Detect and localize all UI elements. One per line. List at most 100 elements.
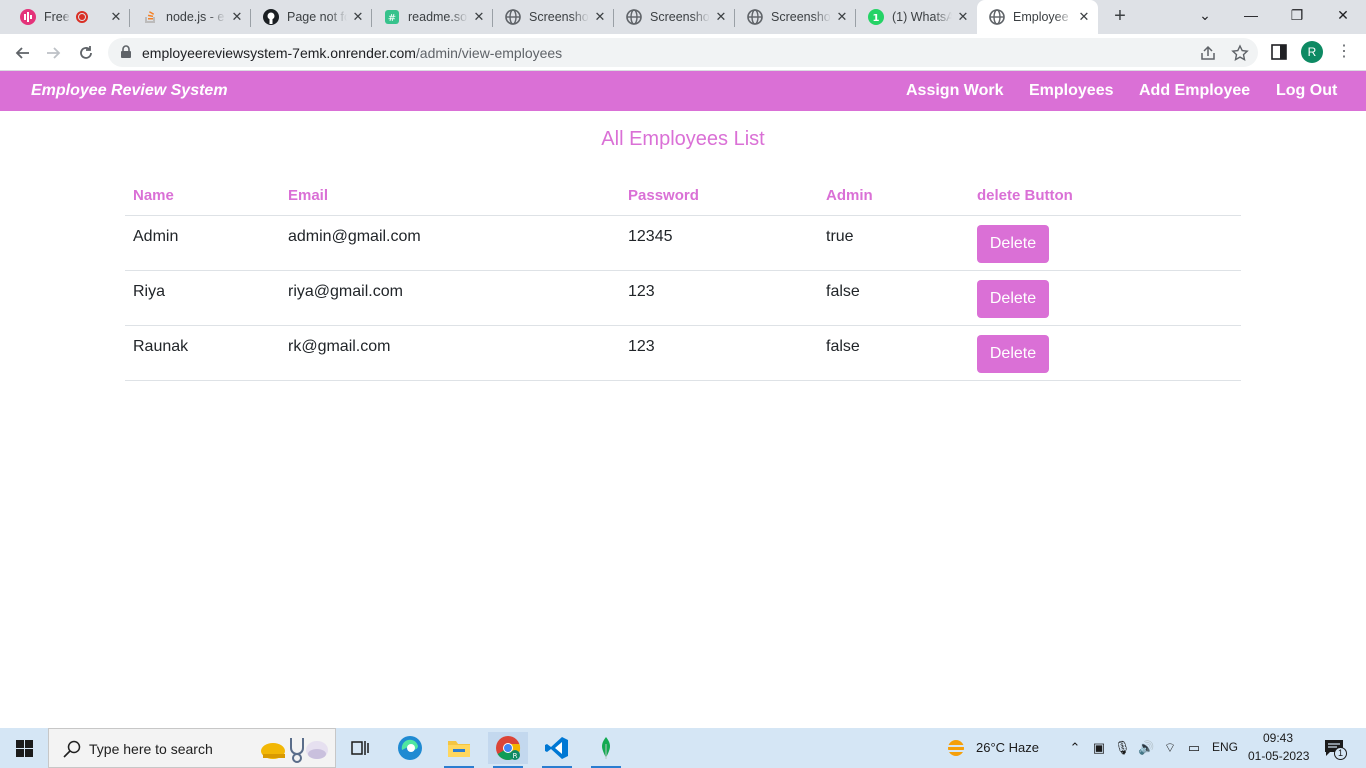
nav-employees[interactable]: Employees	[1029, 82, 1113, 100]
taskbar-search-box[interactable]: Type here to search	[48, 728, 336, 768]
url-host: employeereviewsystem-7emk.onrender.com	[142, 45, 416, 61]
svg-text:1: 1	[873, 13, 880, 24]
notification-count-badge: 1	[1334, 747, 1347, 760]
page-title: All Employees List	[601, 128, 765, 150]
github-icon	[263, 9, 279, 25]
employees-table: Name Email Password Admin delete Button …	[125, 176, 1241, 381]
back-arrow-icon	[15, 47, 29, 59]
meet-now-icon[interactable]: ▣	[1091, 740, 1107, 756]
reload-button[interactable]	[72, 39, 100, 67]
table-row: Raunak rk@gmail.com 123 false Delete	[125, 325, 1241, 381]
weather-haze-icon[interactable]	[944, 737, 968, 759]
side-panel-icon[interactable]	[1271, 44, 1287, 60]
forward-button[interactable]	[40, 39, 68, 67]
stackoverflow-icon	[142, 9, 158, 25]
cell-admin: false	[818, 325, 969, 381]
close-tab-icon[interactable]: ✕	[229, 9, 245, 25]
browser-tab[interactable]: Screenshot ✕	[614, 0, 735, 34]
svg-text:R: R	[513, 752, 518, 760]
nav-log-out[interactable]: Log Out	[1276, 82, 1337, 100]
chrome-icon[interactable]: R	[488, 732, 528, 768]
browser-tab[interactable]: Screenshot ✕	[735, 0, 856, 34]
close-tab-icon[interactable]: ✕	[350, 9, 366, 25]
weather-text[interactable]: 26°C Haze	[976, 740, 1039, 755]
close-window-button[interactable]: ✕	[1320, 0, 1366, 30]
menu-kebab-icon[interactable]: ⋮	[1336, 42, 1352, 62]
new-tab-button[interactable]: +	[1108, 5, 1132, 29]
mongodb-compass-icon[interactable]	[586, 732, 626, 768]
cell-name: Raunak	[125, 325, 280, 381]
vscode-icon[interactable]	[537, 732, 577, 768]
wifi-icon[interactable]: ⌔	[1162, 740, 1178, 756]
chevron-up-icon[interactable]: ⌃	[1067, 740, 1083, 756]
close-tab-icon[interactable]: ✕	[834, 9, 850, 25]
browser-tab[interactable]: Screenshot ✕	[493, 0, 614, 34]
close-tab-icon[interactable]: ✕	[955, 9, 971, 25]
close-tab-icon[interactable]: ✕	[592, 9, 608, 25]
browser-tab-strip: Free O ✕ node.js - e ✕ Page not fo ✕ # r…	[0, 0, 1366, 34]
battery-icon[interactable]: ▭	[1186, 740, 1202, 756]
recording-icon	[76, 11, 88, 23]
forward-arrow-icon	[47, 47, 61, 59]
cell-password: 12345	[620, 215, 818, 271]
address-bar[interactable]: employeereviewsystem-7emk.onrender.com/a…	[108, 38, 1258, 67]
tab-title: Page not fo	[287, 10, 347, 24]
share-icon[interactable]	[1199, 44, 1217, 62]
nav-assign-work[interactable]: Assign Work	[906, 82, 1004, 100]
brand-link[interactable]: Employee Review System	[31, 82, 228, 100]
profile-avatar[interactable]: R	[1301, 41, 1323, 63]
close-tab-icon[interactable]: ✕	[108, 9, 124, 25]
clock-date[interactable]: 01-05-2023	[1248, 749, 1309, 763]
close-tab-icon[interactable]: ✕	[1076, 9, 1092, 25]
table-row: Riya riya@gmail.com 123 false Delete	[125, 270, 1241, 326]
reload-icon	[80, 46, 92, 59]
windows-start-icon[interactable]	[16, 740, 33, 757]
header-password: Password	[620, 176, 818, 216]
minimize-button[interactable]: —	[1228, 0, 1274, 30]
browser-tab[interactable]: node.js - e ✕	[130, 0, 251, 34]
tab-title: Employee	[1013, 10, 1069, 24]
url-path: /admin/view-employees	[415, 45, 563, 61]
nav-add-employee[interactable]: Add Employee	[1139, 82, 1250, 100]
clock-time[interactable]: 09:43	[1263, 731, 1293, 745]
cell-action: Delete	[969, 325, 1241, 381]
globe-icon	[747, 9, 763, 25]
volume-icon[interactable]: 🔊	[1138, 740, 1154, 756]
browser-tab[interactable]: Page not fo ✕	[251, 0, 372, 34]
browser-tab[interactable]: # readme.so ✕	[372, 0, 493, 34]
windows-taskbar: Type here to search R 26°C Haze ⌃ ▣ 🎙 🔊 …	[0, 728, 1366, 768]
browser-toolbar: employeereviewsystem-7emk.onrender.com/a…	[0, 34, 1366, 71]
back-button[interactable]	[8, 39, 36, 67]
bookmark-star-icon[interactable]	[1231, 44, 1249, 62]
browser-tab-active[interactable]: Employee ✕	[977, 0, 1098, 34]
edge-browser-icon[interactable]	[390, 732, 430, 764]
microphone-icon[interactable]: 🎙	[1114, 740, 1131, 756]
audio-app-icon	[20, 9, 36, 25]
close-tab-icon[interactable]: ✕	[713, 9, 729, 25]
notifications-icon[interactable]: 1	[1324, 739, 1347, 760]
browser-tab[interactable]: Free O ✕	[0, 0, 130, 34]
tab-title: Screenshot	[771, 10, 831, 24]
header-admin: Admin	[818, 176, 969, 216]
tab-title: Screenshot	[529, 10, 589, 24]
cell-admin: true	[818, 215, 969, 271]
globe-icon	[989, 9, 1005, 25]
whatsapp-icon: 1	[868, 9, 884, 25]
cell-password: 123	[620, 325, 818, 381]
tab-title: Screenshot	[650, 10, 710, 24]
browser-tab[interactable]: 1 (1) WhatsA ✕	[856, 0, 977, 34]
tab-search-icon[interactable]: ⌄	[1182, 0, 1228, 30]
delete-button[interactable]: Delete	[977, 334, 1049, 373]
language-indicator[interactable]: ENG	[1212, 740, 1238, 754]
file-explorer-icon[interactable]	[439, 732, 479, 768]
table-row: Admin admin@gmail.com 12345 true Delete	[125, 215, 1241, 271]
delete-button[interactable]: Delete	[977, 224, 1049, 263]
cell-email: rk@gmail.com	[280, 325, 620, 381]
close-tab-icon[interactable]: ✕	[471, 9, 487, 25]
restore-button[interactable]: ❐	[1274, 0, 1320, 30]
cell-name: Admin	[125, 215, 280, 271]
tab-title: (1) WhatsA	[892, 10, 952, 24]
delete-button[interactable]: Delete	[977, 279, 1049, 318]
cell-password: 123	[620, 270, 818, 326]
task-view-icon[interactable]	[340, 732, 380, 764]
